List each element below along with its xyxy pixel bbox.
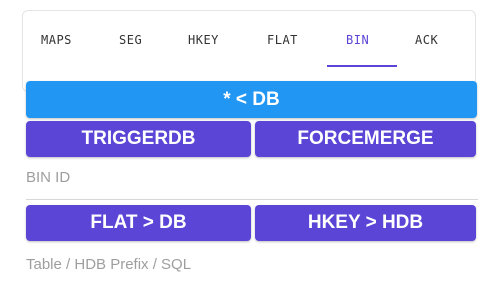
tab-bar: MAPS SEG HKEY FLAT BIN ACK	[22, 10, 476, 92]
bin-id-underline	[26, 199, 478, 200]
tab-flat[interactable]: FLAT	[267, 33, 298, 47]
triggerdb-button[interactable]: TRIGGERDB	[26, 121, 251, 157]
tab-hkey[interactable]: HKEY	[188, 33, 219, 47]
forcemerge-button[interactable]: FORCEMERGE	[255, 121, 476, 157]
table-prefix-input[interactable]: Table / HDB Prefix / SQL	[26, 256, 191, 273]
bin-panel: MAPS SEG HKEY FLAT BIN ACK * < DB TRIGGE…	[0, 0, 497, 294]
bin-id-input[interactable]: BIN ID	[26, 169, 70, 186]
all-to-db-button[interactable]: * < DB	[26, 81, 477, 118]
tab-maps[interactable]: MAPS	[41, 33, 72, 47]
tab-bin[interactable]: BIN	[346, 33, 369, 47]
flat-to-db-button[interactable]: FLAT > DB	[26, 205, 251, 241]
active-tab-indicator	[327, 65, 397, 67]
hkey-to-hdb-button[interactable]: HKEY > HDB	[255, 205, 476, 241]
tab-seg[interactable]: SEG	[119, 33, 142, 47]
tab-ack[interactable]: ACK	[415, 33, 438, 47]
